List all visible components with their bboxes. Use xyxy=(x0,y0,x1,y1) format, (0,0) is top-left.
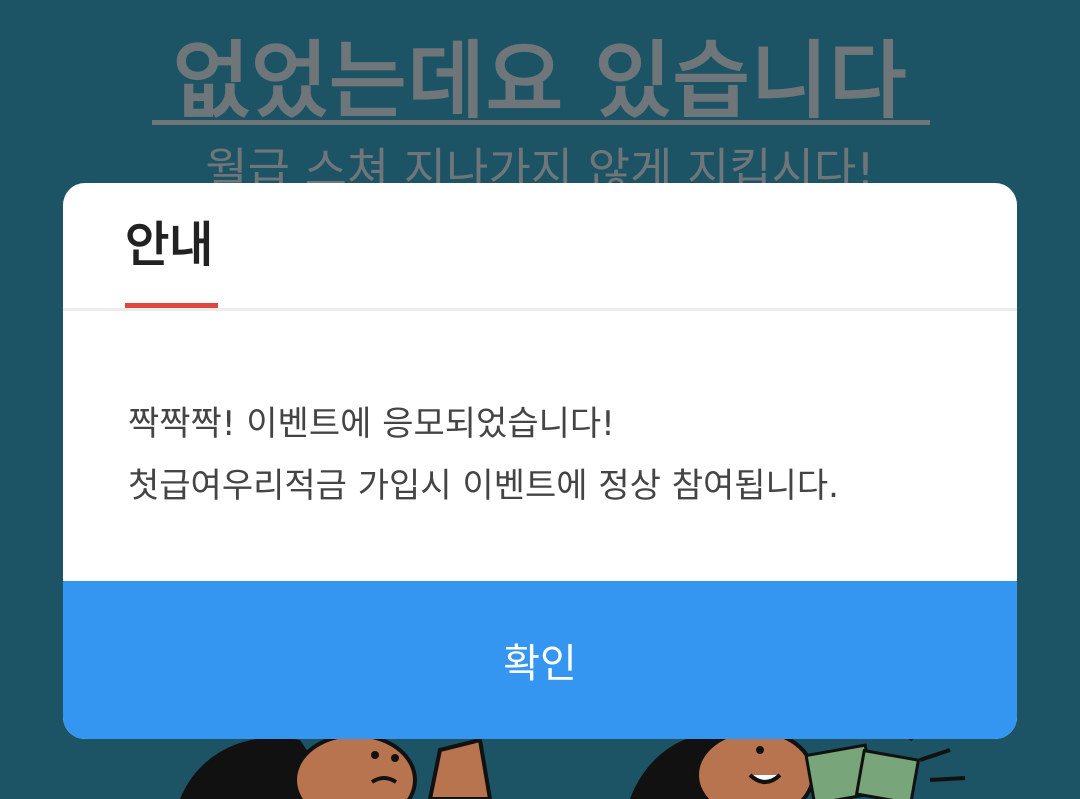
confirm-button[interactable]: 확인 xyxy=(63,581,1017,739)
notice-dialog: 안내 짝짝짝! 이벤트에 응모되었습니다! 첫급여우리적금 가입시 이벤트에 정… xyxy=(63,183,1017,739)
message-line-2: 첫급여우리적금 가입시 이벤트에 정상 참여됩니다. xyxy=(128,466,839,506)
message-line-1: 짝짝짝! 이벤트에 응모되었습니다! xyxy=(128,404,615,444)
dialog-message: 짝짝짝! 이벤트에 응모되었습니다! 첫급여우리적금 가입시 이벤트에 정상 참… xyxy=(128,393,988,517)
dialog-header: 안내 xyxy=(63,183,1017,311)
dialog-title: 안내 xyxy=(125,217,214,273)
title-underline xyxy=(125,303,218,308)
